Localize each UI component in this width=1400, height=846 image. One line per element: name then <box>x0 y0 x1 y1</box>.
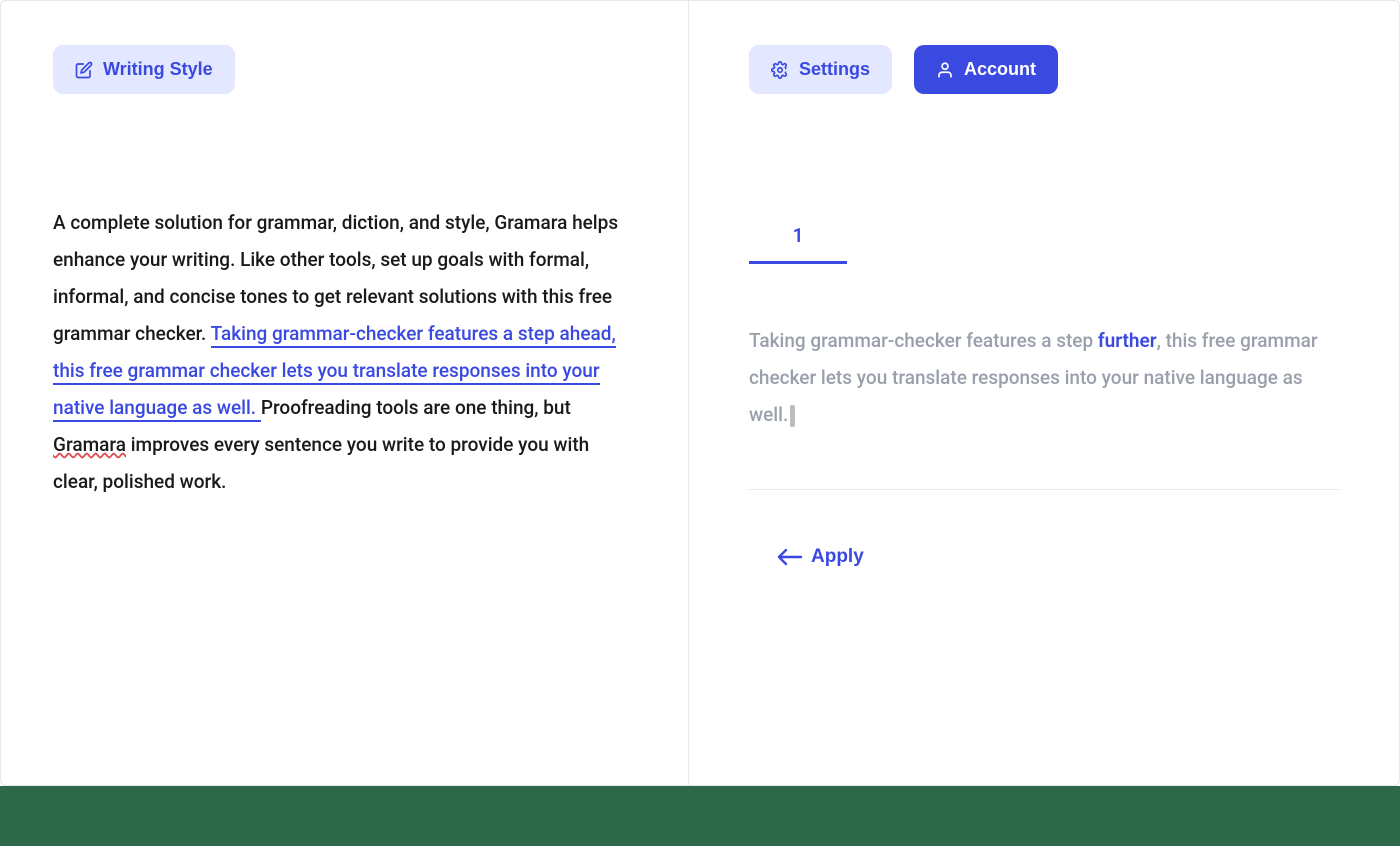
right-toolbar: Settings Account <box>749 45 1339 94</box>
editor-pane: Writing Style A complete solution for gr… <box>1 1 689 785</box>
suggestion-before: Taking grammar-checker features a step <box>749 329 1098 352</box>
settings-label: Settings <box>799 59 870 80</box>
writing-style-button[interactable]: Writing Style <box>53 45 235 94</box>
writing-style-label: Writing Style <box>103 59 213 80</box>
suggestion-tab-1[interactable]: 1 <box>749 224 847 264</box>
app-window: Writing Style A complete solution for gr… <box>0 0 1400 786</box>
apply-label: Apply <box>811 546 864 568</box>
footer-bar <box>0 786 1400 846</box>
suggestion-tabs: 1 <box>749 224 1339 264</box>
suggestion-changed-word: further <box>1098 329 1157 352</box>
suggestions-pane: Settings Account 1 Taking grammar-checke… <box>689 1 1399 785</box>
text-cursor-icon <box>790 405 795 427</box>
account-button[interactable]: Account <box>914 45 1058 94</box>
settings-button[interactable]: Settings <box>749 45 892 94</box>
text-spellcheck[interactable]: Gramara <box>53 433 126 456</box>
apply-button[interactable]: Apply <box>777 546 864 568</box>
account-label: Account <box>964 59 1036 80</box>
text-plain-after-2: improves every sentence you write to pro… <box>53 433 589 493</box>
suggestion-text: Taking grammar-checker features a step f… <box>749 322 1339 490</box>
arrow-left-icon <box>777 548 803 566</box>
user-icon <box>936 61 954 79</box>
gear-icon <box>771 61 789 79</box>
editor-content[interactable]: A complete solution for grammar, diction… <box>53 204 636 500</box>
apply-row: Apply <box>749 546 1339 570</box>
edit-icon <box>75 61 93 79</box>
text-plain-after-1: Proofreading tools are one thing, but <box>261 396 571 419</box>
